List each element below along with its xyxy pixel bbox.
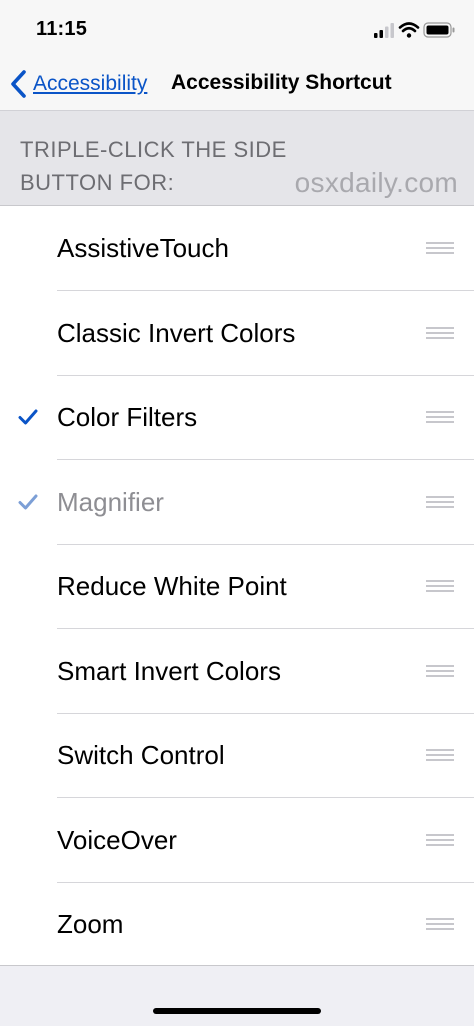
- reorder-handle-icon[interactable]: [426, 411, 454, 425]
- checkmark-icon: [18, 409, 38, 425]
- option-row-color-filters[interactable]: Color Filters: [0, 375, 474, 460]
- option-label: Classic Invert Colors: [57, 318, 296, 348]
- shortcut-options-list: AssistiveTouch Classic Invert Colors Col…: [0, 206, 474, 966]
- status-time: 11:15: [36, 18, 88, 40]
- wifi-icon: [398, 22, 420, 38]
- section-header-text: TRIPLE-CLICK THE SIDE BUTTON FOR:: [20, 137, 287, 195]
- watermark: osxdaily.com: [294, 167, 458, 198]
- navigation-bar: Accessibility Accessibility Shortcut: [0, 58, 474, 110]
- option-row-classic-invert-colors[interactable]: Classic Invert Colors: [0, 291, 474, 376]
- option-row-magnifier[interactable]: Magnifier: [0, 460, 474, 545]
- reorder-handle-icon[interactable]: [426, 327, 454, 341]
- option-row-reduce-white-point[interactable]: Reduce White Point: [0, 544, 474, 629]
- reorder-handle-icon[interactable]: [426, 580, 454, 594]
- reorder-handle-icon[interactable]: [426, 242, 454, 256]
- option-row-smart-invert-colors[interactable]: Smart Invert Colors: [0, 629, 474, 714]
- back-button-label: Accessibility: [33, 72, 148, 95]
- option-label: Switch Control: [57, 740, 225, 770]
- reorder-handle-icon[interactable]: [426, 665, 454, 679]
- reorder-handle-icon[interactable]: [426, 749, 454, 763]
- reorder-handle-icon[interactable]: [426, 918, 454, 932]
- back-button[interactable]: Accessibility: [8, 68, 147, 100]
- battery-icon: [423, 22, 455, 38]
- option-row-zoom[interactable]: Zoom: [0, 882, 474, 967]
- option-row-switch-control[interactable]: Switch Control: [0, 713, 474, 798]
- option-label: Zoom: [57, 909, 124, 939]
- reorder-handle-icon[interactable]: [426, 496, 454, 510]
- option-row-voiceover[interactable]: VoiceOver: [0, 798, 474, 883]
- option-label: VoiceOver: [57, 825, 177, 855]
- status-icons: [374, 20, 456, 40]
- option-label: Smart Invert Colors: [57, 656, 281, 686]
- status-bar: 11:15: [0, 0, 474, 58]
- home-indicator[interactable]: [153, 1008, 321, 1014]
- option-label: Reduce White Point: [57, 571, 287, 601]
- option-row-assistivetouch[interactable]: AssistiveTouch: [0, 206, 474, 291]
- section-header: TRIPLE-CLICK THE SIDE BUTTON FOR: osxdai…: [0, 110, 474, 206]
- option-label: Magnifier: [57, 487, 164, 517]
- cellular-signal-icon: [374, 23, 394, 38]
- checkmark-icon: [18, 494, 38, 510]
- page-title: Accessibility Shortcut: [171, 71, 392, 94]
- reorder-handle-icon[interactable]: [426, 834, 454, 848]
- chevron-left-icon: [11, 70, 26, 98]
- option-label: Color Filters: [57, 402, 198, 432]
- option-label: AssistiveTouch: [57, 233, 229, 263]
